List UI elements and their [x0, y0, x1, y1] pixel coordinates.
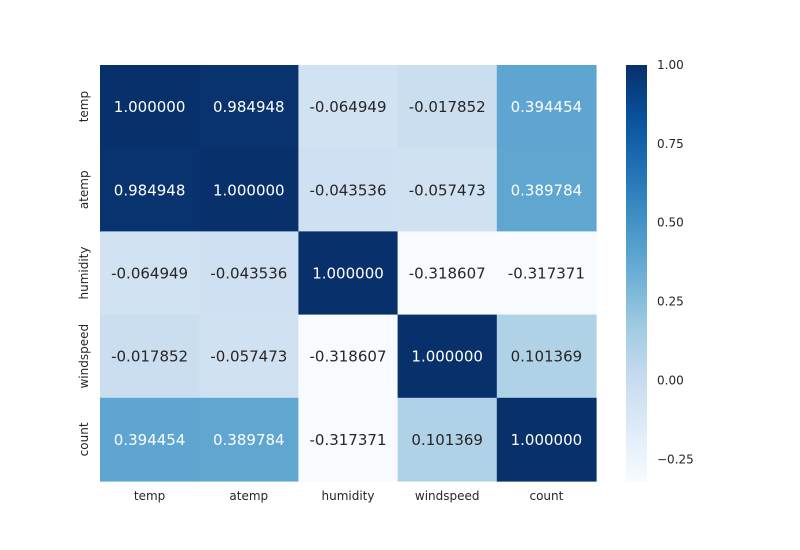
- colorbar-gradient: [626, 65, 647, 481]
- heatmap-figure: 1.000000 0.984948 -0.064949 -0.017852 0.3944…: [0, 0, 800, 550]
- colorbar-tick-label-1: 0.75: [657, 137, 684, 151]
- cell-value-label-windspeed-windspeed: 1.000000: [411, 348, 483, 366]
- colorbar-tick-label-0: 1.00: [657, 58, 684, 72]
- y-tick-label-temp: temp: [77, 91, 91, 122]
- cell-value-label-temp-humidity: -0.064949: [310, 98, 387, 116]
- y-tick-label-windspeed: windspeed: [77, 324, 91, 389]
- cell-value-label-count-atemp: 0.389784: [213, 431, 285, 449]
- cell-value-label-humidity-humidity: 1.000000: [312, 265, 384, 283]
- cell-value-label-atemp-humidity: -0.043536: [310, 181, 387, 199]
- y-tick-label-humidity: humidity: [77, 247, 91, 300]
- x-tick-label-atemp: atemp: [229, 489, 268, 503]
- cell-value-label-atemp-windspeed: -0.057473: [409, 181, 486, 199]
- correlation-heatmap: 1.000000 0.984948 -0.064949 -0.017852 0.3944…: [77, 58, 694, 503]
- cell-value-label-count-temp: 0.394454: [114, 431, 186, 449]
- cell-value-label-count-humidity: -0.317371: [310, 431, 387, 449]
- x-tick-label-temp: temp: [134, 489, 165, 503]
- cell-value-label-atemp-atemp: 1.000000: [213, 181, 285, 199]
- y-tick-label-atemp: atemp: [77, 170, 91, 209]
- cell-value-label-count-count: 1.000000: [511, 431, 583, 449]
- y-tick-label-count: count: [77, 422, 91, 456]
- cell-value-label-humidity-count: -0.317371: [508, 265, 585, 283]
- y-axis-tick-labels: temp atemp humidity windspeed count: [77, 91, 91, 456]
- cell-value-label-humidity-windspeed: -0.318607: [409, 265, 486, 283]
- colorbar-tick-label-4: 0.00: [657, 373, 684, 387]
- cell-value-label-atemp-count: 0.389784: [511, 181, 583, 199]
- cell-value-label-windspeed-humidity: -0.318607: [310, 348, 387, 366]
- x-tick-label-humidity: humidity: [322, 489, 375, 503]
- cell-value-label-temp-windspeed: -0.017852: [409, 98, 486, 116]
- cell-value-label-temp-temp: 1.000000: [114, 98, 186, 116]
- cell-value-label-temp-atemp: 0.984948: [213, 98, 285, 116]
- cell-value-label-windspeed-atemp: -0.057473: [210, 348, 287, 366]
- cell-value-label-count-windspeed: 0.101369: [411, 431, 483, 449]
- x-axis-tick-labels: temp atemp humidity windspeed count: [134, 489, 564, 503]
- x-tick-label-windspeed: windspeed: [415, 489, 480, 503]
- colorbar-tick-label-3: 0.25: [657, 295, 684, 309]
- colorbar: 1.00 0.75 0.50 0.25 0.00 −0.25: [626, 58, 694, 481]
- x-tick-label-count: count: [529, 489, 563, 503]
- cell-value-label-windspeed-count: 0.101369: [511, 348, 583, 366]
- colorbar-tick-label-5: −0.25: [657, 452, 694, 466]
- cell-value-label-windspeed-temp: -0.017852: [111, 348, 188, 366]
- cell-value-label-temp-count: 0.394454: [511, 98, 583, 116]
- cell-value-label-atemp-temp: 0.984948: [114, 181, 186, 199]
- cell-value-label-humidity-atemp: -0.043536: [210, 265, 287, 283]
- cell-value-label-humidity-temp: -0.064949: [111, 265, 188, 283]
- colorbar-tick-label-2: 0.50: [657, 216, 684, 230]
